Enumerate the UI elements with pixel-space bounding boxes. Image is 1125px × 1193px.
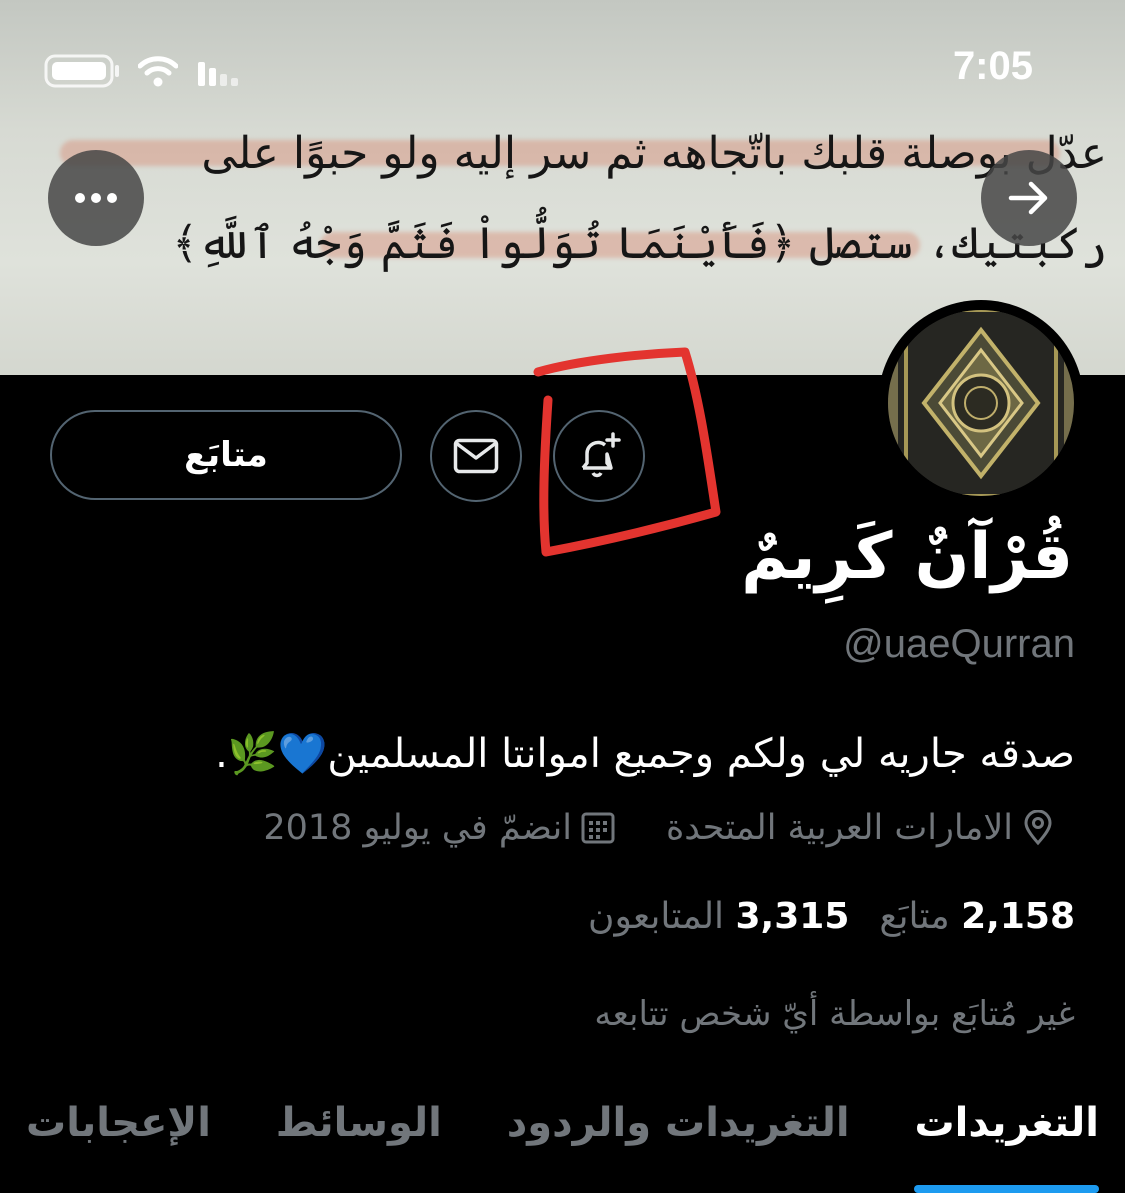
bell-plus-icon	[581, 432, 621, 478]
more-button[interactable]	[48, 150, 144, 246]
status-icons	[44, 54, 240, 88]
banner-text-line: ركبتيك، ستصل ﴿فَأَيْنَمَا تُوَلُّواْ فَث…	[172, 218, 1107, 269]
avatar[interactable]	[878, 300, 1084, 506]
following-stat[interactable]: 2,158 متابَع	[879, 896, 1075, 937]
followers-label: المتابعون	[588, 896, 725, 937]
following-button[interactable]: متابَع	[50, 410, 402, 500]
profile-stats: 2,158 متابَع 3,315 المتابعون	[588, 896, 1075, 937]
following-count: 2,158	[961, 896, 1075, 937]
bio: صدقه جاريه لي ولكم وجميع اموانتا المسلمي…	[215, 731, 1075, 777]
avatar-image	[888, 310, 1074, 496]
status-time: 7:05	[952, 44, 1033, 88]
wifi-icon	[138, 56, 178, 87]
signal-icon	[198, 62, 238, 86]
message-button[interactable]	[430, 410, 522, 502]
banner-text-line: عدّل بوصلة قلبك باتّجاهه ثم سر إليه ولو …	[201, 128, 1107, 179]
following-label: متابَع	[879, 896, 950, 937]
tab-likes[interactable]: الإعجابات	[26, 1090, 211, 1193]
not-followed-notice: غير مُتابَع بواسطة أيّ شخص تتابعه	[594, 994, 1075, 1034]
tab-media[interactable]: الوسائط	[276, 1090, 442, 1193]
calendar-icon	[581, 812, 615, 844]
join-date: انضمّ في يوليو 2018	[263, 808, 616, 848]
display-name: قُرْآنٌ كَرِيمٌ	[741, 520, 1073, 594]
profile-meta: الامارات العربية المتحدة انضمّ في يوليو …	[263, 808, 1055, 848]
battery-icon	[44, 54, 119, 88]
share-button[interactable]	[981, 150, 1077, 246]
mail-icon	[453, 438, 499, 474]
more-icon	[75, 193, 117, 203]
followers-count: 3,315	[735, 896, 850, 937]
arrow-right-icon	[1008, 181, 1048, 215]
profile-tabs: التغريدات التغريدات والردود الوسائط الإع…	[0, 1090, 1125, 1193]
tab-tweets[interactable]: التغريدات	[914, 1090, 1099, 1193]
location: الامارات العربية المتحدة	[666, 808, 1055, 848]
location-text: الامارات العربية المتحدة	[665, 808, 1013, 848]
location-pin-icon	[1024, 810, 1052, 846]
notifications-button[interactable]	[553, 410, 645, 502]
followers-stat[interactable]: 3,315 المتابعون	[588, 896, 849, 937]
join-date-text: انضمّ في يوليو 2018	[263, 808, 572, 848]
user-handle: @uaeQurran	[843, 622, 1075, 666]
tab-tweets-replies[interactable]: التغريدات والردود	[507, 1090, 850, 1193]
